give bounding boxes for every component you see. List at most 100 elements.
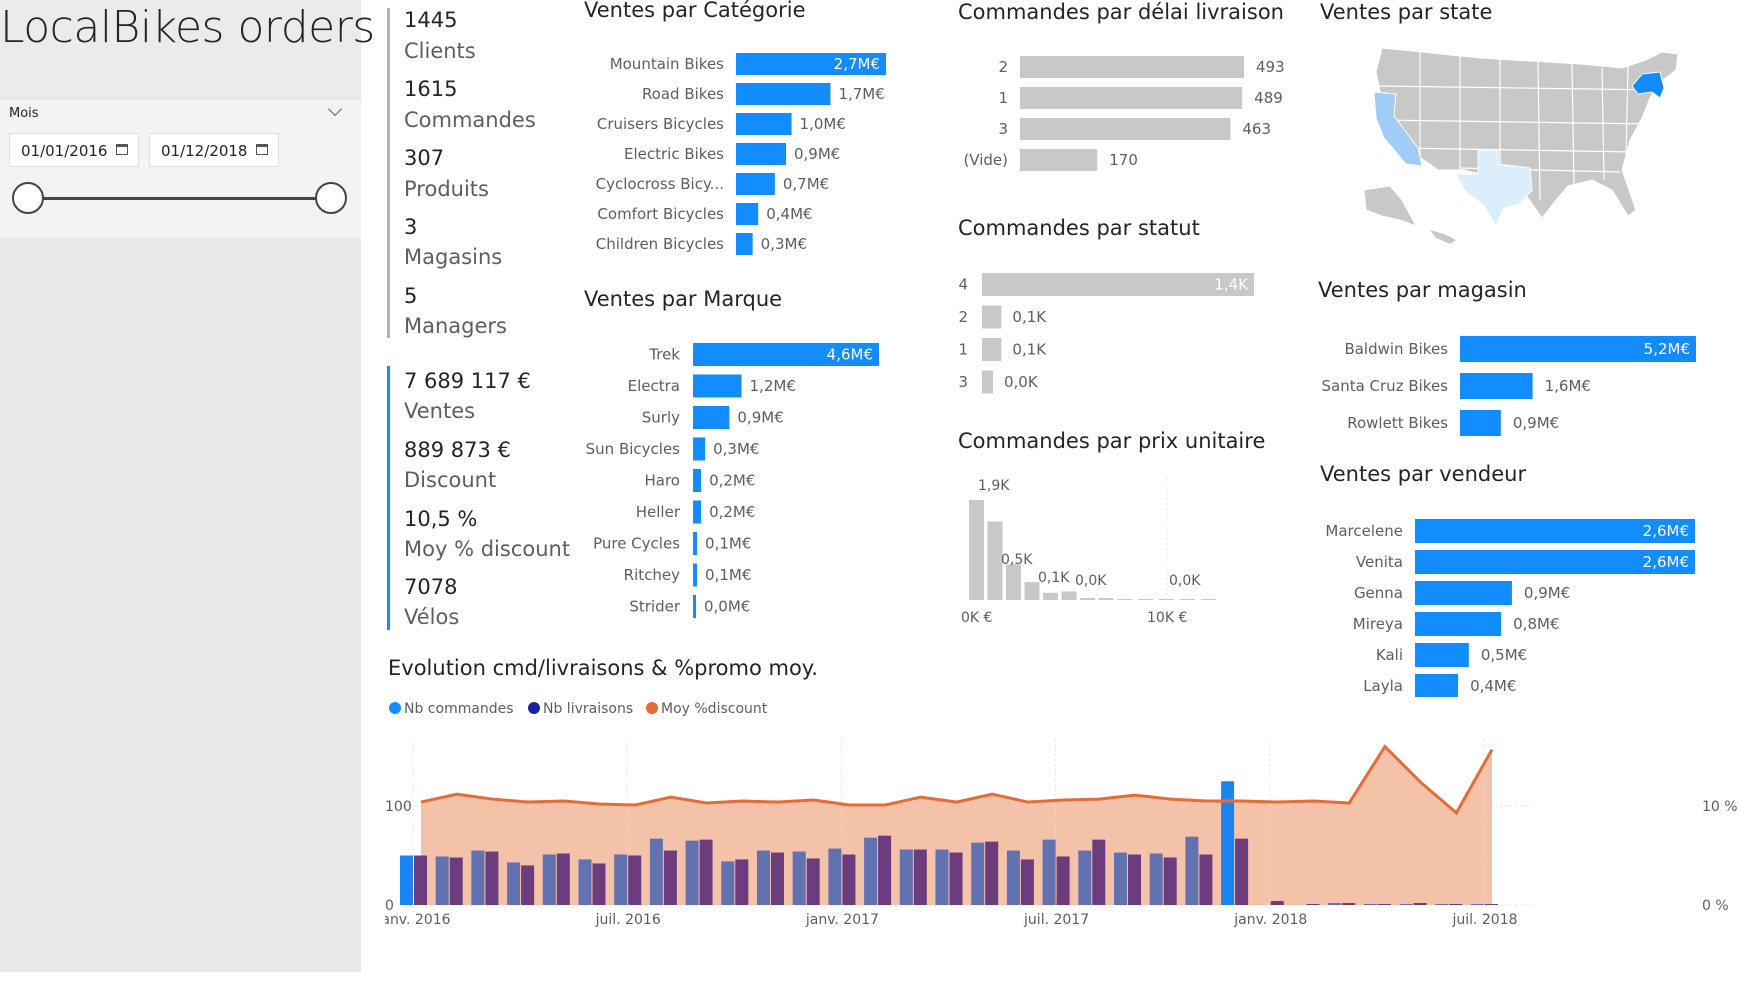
deliveries-bar[interactable]: [450, 857, 463, 905]
bar[interactable]: [1415, 643, 1469, 667]
deliveries-bar[interactable]: [1128, 855, 1141, 906]
bar[interactable]: [736, 233, 753, 255]
orders-bar[interactable]: [650, 839, 663, 905]
deliveries-bar[interactable]: [1485, 904, 1498, 905]
orders-bar[interactable]: [1078, 851, 1091, 905]
bar[interactable]: [1020, 87, 1242, 109]
date-range-slider[interactable]: [28, 197, 332, 200]
bar[interactable]: [693, 406, 729, 429]
orders-bar[interactable]: [1400, 904, 1413, 905]
deliveries-bar[interactable]: [628, 856, 641, 906]
deliveries-bar[interactable]: [521, 865, 534, 905]
us-state-map[interactable]: [1360, 40, 1712, 262]
deliveries-bar[interactable]: [1164, 857, 1177, 905]
seller-bar-chart[interactable]: Marcelene2,6M€Venita2,6M€Genna0,9M€Mirey…: [1310, 513, 1730, 697]
orders-bar[interactable]: [507, 862, 520, 905]
slider-end-handle[interactable]: [315, 182, 347, 214]
histogram-bar[interactable]: [1201, 599, 1216, 600]
orders-bar[interactable]: [793, 852, 806, 905]
orders-bar[interactable]: [579, 859, 592, 905]
end-date-input[interactable]: 01/12/2018: [149, 133, 279, 167]
deliveries-bar[interactable]: [771, 853, 784, 905]
orders-bar[interactable]: [900, 850, 913, 905]
legend-marker[interactable]: [389, 702, 401, 714]
deliveries-bar[interactable]: [1414, 903, 1427, 905]
bar[interactable]: [1020, 56, 1244, 78]
histogram-bar[interactable]: [1138, 599, 1153, 600]
bar[interactable]: [693, 532, 697, 555]
orders-bar[interactable]: [757, 851, 770, 905]
evolution-legend[interactable]: Nb commandes Nb livraisons Moy %discount: [388, 696, 808, 720]
deliveries-bar[interactable]: [1378, 904, 1391, 905]
bar[interactable]: [1020, 118, 1230, 140]
bar[interactable]: [693, 438, 705, 461]
histogram-bar[interactable]: [1180, 599, 1195, 600]
delivery-bar-chart[interactable]: 249314893463(Vide)170: [955, 52, 1295, 182]
histogram-bar[interactable]: [1080, 598, 1095, 600]
orders-bar[interactable]: [1328, 903, 1341, 905]
bar[interactable]: [736, 113, 792, 135]
deliveries-bar[interactable]: [557, 854, 570, 905]
bar[interactable]: [693, 469, 701, 492]
histogram-bar[interactable]: [969, 500, 984, 600]
deliveries-bar[interactable]: [878, 836, 891, 905]
bar[interactable]: [693, 375, 742, 398]
histogram-bar[interactable]: [1006, 564, 1021, 600]
deliveries-bar[interactable]: [1021, 859, 1034, 905]
bar[interactable]: [1020, 149, 1097, 171]
orders-bar[interactable]: [1435, 904, 1448, 905]
deliveries-bar[interactable]: [1199, 855, 1212, 906]
orders-bar[interactable]: [1185, 837, 1198, 905]
deliveries-bar[interactable]: [1342, 903, 1355, 905]
orders-bar[interactable]: [543, 855, 556, 906]
bar[interactable]: [736, 173, 775, 195]
deliveries-bar[interactable]: [950, 853, 963, 905]
orders-bar[interactable]: [936, 850, 949, 905]
state-alaska[interactable]: [1364, 186, 1416, 226]
legend-marker[interactable]: [646, 702, 658, 714]
orders-bar[interactable]: [686, 841, 699, 905]
bar[interactable]: [736, 143, 786, 165]
deliveries-bar[interactable]: [1271, 901, 1284, 905]
orders-bar[interactable]: [471, 851, 484, 905]
deliveries-bar[interactable]: [842, 855, 855, 906]
orders-bar[interactable]: [864, 838, 877, 905]
orders-bar[interactable]: [614, 855, 627, 906]
histogram-bar[interactable]: [1099, 598, 1114, 600]
legend-marker[interactable]: [528, 702, 540, 714]
category-bar-chart[interactable]: Mountain Bikes2,7M€Road Bikes1,7M€Cruise…: [560, 48, 920, 268]
evolution-combo-chart[interactable]: 00 %10010 %20020 %janv. 2016juil. 2016ja…: [385, 727, 1739, 1006]
legend-label[interactable]: Nb livraisons: [543, 701, 633, 717]
legend-label[interactable]: Nb commandes: [404, 701, 514, 717]
bar[interactable]: [1415, 612, 1501, 636]
bar[interactable]: [693, 595, 696, 618]
orders-bar[interactable]: [1471, 904, 1484, 905]
bar[interactable]: [736, 203, 758, 225]
bar[interactable]: [1415, 581, 1512, 605]
deliveries-bar[interactable]: [700, 840, 713, 905]
calendar-icon[interactable]: [116, 144, 128, 155]
discount-line[interactable]: [421, 747, 1492, 813]
store-bar-chart[interactable]: Baldwin Bikes5,2M€Santa Cruz Bikes1,6M€R…: [1310, 330, 1730, 444]
deliveries-bar[interactable]: [914, 850, 927, 905]
histogram-bar[interactable]: [1062, 591, 1077, 600]
histogram-bar[interactable]: [1043, 593, 1058, 600]
legend-label[interactable]: Moy %discount: [661, 701, 768, 717]
deliveries-bar[interactable]: [1449, 904, 1462, 905]
bar[interactable]: [1460, 410, 1501, 436]
brand-bar-chart[interactable]: Trek4,6M€Electra1,2M€Surly0,9M€Sun Bicyc…: [560, 340, 920, 620]
bar[interactable]: [736, 83, 830, 105]
deliveries-bar[interactable]: [985, 842, 998, 905]
bar[interactable]: [982, 371, 993, 394]
bar[interactable]: [693, 501, 701, 524]
bar[interactable]: [693, 564, 697, 587]
deliveries-bar[interactable]: [1092, 840, 1105, 905]
bar[interactable]: [982, 273, 1254, 296]
calendar-icon[interactable]: [256, 144, 268, 155]
deliveries-bar[interactable]: [735, 859, 748, 905]
start-date-input[interactable]: 01/01/2016: [9, 133, 139, 167]
orders-bar[interactable]: [1043, 840, 1056, 905]
orders-bar[interactable]: [828, 849, 841, 905]
orders-bar[interactable]: [1114, 853, 1127, 905]
orders-bar[interactable]: [1007, 851, 1020, 905]
